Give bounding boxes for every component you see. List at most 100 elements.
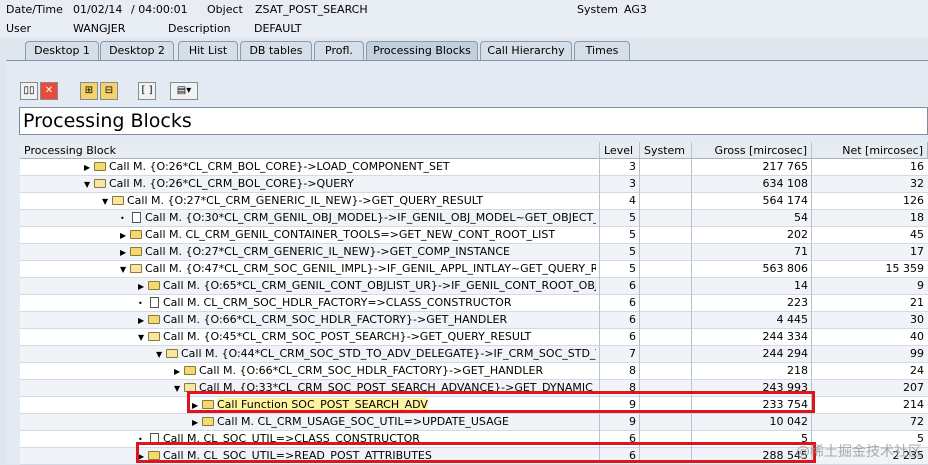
expanded-node-icon[interactable]: ▼	[120, 262, 129, 278]
column-header-processing-block[interactable]: Processing Block	[20, 142, 600, 159]
table-row[interactable]: ▶ Call M. {O:26*CL_CRM_BOL_CORE}->LOAD_CO…	[20, 159, 928, 176]
gross-cell: 564 174	[762, 194, 809, 207]
collapsed-node-icon[interactable]: ▶	[120, 245, 129, 261]
table-row[interactable]: ▼ Call M. {O:27*CL_CRM_GENERIC_IL_NEW}->G…	[20, 193, 928, 210]
find-icon[interactable]: ▯▯	[20, 82, 38, 100]
processing-block-cell: • Call M. CL_SOC_UTIL=>CLASS_CONSTRUCTOR	[138, 431, 596, 448]
table-row[interactable]: ▶ Call M. {O:65*CL_CRM_GENIL_CONT_OBJLIST…	[20, 278, 928, 295]
processing-block-label: Call M. {O:47*CL_CRM_SOC_GENIL_IMPL}->IF…	[145, 262, 596, 275]
table-row[interactable]: • Call M. CL_SOC_UTIL=>CLASS_CONSTRUCTOR 6…	[20, 431, 928, 448]
open-folder-icon	[148, 332, 160, 341]
folder-icon	[130, 247, 142, 256]
stop-icon[interactable]: ✕	[40, 82, 58, 100]
column-divider	[639, 142, 640, 463]
collapsed-node-icon[interactable]: ▶	[192, 415, 201, 431]
level-cell: 6	[629, 296, 636, 309]
date-time-label: Date/Time	[6, 3, 63, 16]
collapsed-node-icon[interactable]: ▶	[120, 228, 129, 244]
gross-cell: 244 334	[762, 330, 809, 343]
table-row[interactable]: • Call M. CL_CRM_SOC_HDLR_FACTORY=>CLASS_…	[20, 295, 928, 312]
table-row[interactable]: • Call M. {O:30*CL_CRM_GENIL_OBJ_MODEL}->…	[20, 210, 928, 227]
collapsed-node-icon[interactable]: ▶	[138, 279, 147, 295]
expanded-node-icon[interactable]: ▼	[138, 330, 147, 346]
net-cell: 15 359	[885, 262, 925, 275]
gross-cell: 233 754	[762, 398, 809, 411]
table-row[interactable]: ▼ Call M. {O:33*CL_CRM_SOC_POST_SEARCH_AD…	[20, 380, 928, 397]
table-row[interactable]: ▶ Call M. {O:66*CL_CRM_SOC_HDLR_FACTORY}-…	[20, 312, 928, 329]
open-folder-icon	[184, 383, 196, 392]
processing-block-cell: ▼ Call M. {O:26*CL_CRM_BOL_CORE}->QUERY	[84, 176, 596, 193]
net-cell: 16	[910, 160, 924, 173]
folder-icon	[130, 230, 142, 239]
expanded-node-icon[interactable]: ▼	[156, 347, 165, 363]
level-cell: 6	[629, 313, 636, 326]
column-divider	[691, 142, 692, 463]
level-cell: 3	[629, 160, 636, 173]
level-cell: 3	[629, 177, 636, 190]
table-row[interactable]: ▶ Call Function SOC_POST_SEARCH_ADV 9 233 7…	[20, 397, 928, 414]
net-cell: 30	[910, 313, 924, 326]
processing-block-cell: ▶ Call M. CL_SOC_UTIL=>READ_POST_ATTRIBUT…	[138, 448, 596, 465]
net-cell: 21	[910, 296, 924, 309]
system-value: AG3	[624, 3, 647, 16]
settings-dropdown-icon[interactable]: ▤▾	[170, 82, 198, 100]
gross-cell: 14	[794, 279, 808, 292]
leaf-node-icon: •	[120, 214, 125, 223]
document-icon	[150, 433, 159, 444]
expanded-node-icon[interactable]: ▼	[174, 381, 183, 397]
collapsed-node-icon[interactable]: ▶	[174, 364, 183, 380]
collapsed-node-icon[interactable]: ▶	[138, 313, 147, 329]
column-header-gross[interactable]: Gross [mircosec]	[692, 142, 812, 159]
gross-cell: 243 993	[762, 381, 809, 394]
gross-cell: 10 042	[769, 415, 809, 428]
table-row[interactable]: ▼ Call M. {O:47*CL_CRM_SOC_GENIL_IMPL}->I…	[20, 261, 928, 278]
processing-block-cell: ▶ Call M. {O:27*CL_CRM_GENERIC_IL_NEW}->G…	[120, 244, 596, 261]
gross-cell: 217 765	[762, 160, 809, 173]
open-folder-icon	[130, 264, 142, 273]
table-row[interactable]: ▶ Call M. {O:66*CL_CRM_SOC_HDLR_FACTORY}-…	[20, 363, 928, 380]
net-cell: 9	[917, 279, 924, 292]
tab-desktop-1[interactable]: Desktop 1	[25, 41, 99, 60]
bracket-icon[interactable]: [ ]	[138, 82, 156, 100]
tab-call-hierarchy[interactable]: Call Hierarchy	[480, 41, 572, 60]
tab-profl[interactable]: Profl.	[314, 41, 364, 60]
gross-cell: 5	[801, 432, 808, 445]
table-row[interactable]: ▶ Call M. CL_SOC_UTIL=>READ_POST_ATTRIBUT…	[20, 448, 928, 465]
panel-title: Processing Blocks	[23, 110, 192, 132]
table-row[interactable]: ▼ Call M. {O:45*CL_CRM_SOC_POST_SEARCH}->…	[20, 329, 928, 346]
processing-block-label: Call M. {O:27*CL_CRM_GENERIC_IL_NEW}->GE…	[145, 245, 510, 258]
column-divider	[811, 142, 812, 463]
tab-hit-list[interactable]: Hit List	[178, 41, 238, 60]
collapsed-node-icon[interactable]: ▶	[192, 398, 201, 414]
column-header-level[interactable]: Level	[600, 142, 640, 159]
table-row[interactable]: ▼ Call M. {O:26*CL_CRM_BOL_CORE}->QUERY 3 6…	[20, 176, 928, 193]
tab-desktop-2[interactable]: Desktop 2	[100, 41, 174, 60]
level-cell: 6	[629, 449, 636, 462]
processing-block-label: Call M. {O:26*CL_CRM_BOL_CORE}->LOAD_COM…	[109, 160, 450, 173]
processing-block-label: Call M. {O:65*CL_CRM_GENIL_CONT_OBJLIST_…	[163, 279, 596, 292]
expanded-node-icon[interactable]: ▼	[102, 194, 111, 210]
tab-db-tables[interactable]: DB tables	[240, 41, 312, 60]
tab-processing-blocks[interactable]: Processing Blocks	[366, 41, 478, 60]
net-cell: 214	[903, 398, 924, 411]
processing-block-cell: ▼ Call M. {O:27*CL_CRM_GENERIC_IL_NEW}->G…	[102, 193, 596, 210]
table-row[interactable]: ▶ Call M. CL_CRM_USAGE_SOC_UTIL=>UPDATE_U…	[20, 414, 928, 431]
expanded-node-icon[interactable]: ▼	[84, 177, 93, 193]
column-header-system[interactable]: System	[640, 142, 692, 159]
level-cell: 9	[629, 415, 636, 428]
collapsed-node-icon[interactable]: ▶	[84, 160, 93, 176]
user-value: WANGJER	[73, 22, 126, 35]
document-icon	[132, 212, 141, 223]
expand-icon[interactable]: ⊞	[80, 82, 98, 100]
tab-times[interactable]: Times	[574, 41, 630, 60]
table-row[interactable]: ▼ Call M. {O:44*CL_CRM_SOC_STD_TO_ADV_DEL…	[20, 346, 928, 363]
column-header-net[interactable]: Net [mircosec]	[812, 142, 928, 159]
gross-cell: 563 806	[762, 262, 809, 275]
table-row[interactable]: ▶ Call M. {O:27*CL_CRM_GENERIC_IL_NEW}->G…	[20, 244, 928, 261]
processing-block-cell: • Call M. CL_CRM_SOC_HDLR_FACTORY=>CLASS_…	[138, 295, 596, 312]
collapse-icon[interactable]: ⊟	[100, 82, 118, 100]
description-label: Description	[168, 22, 231, 35]
table-row[interactable]: ▶ Call M. CL_CRM_GENIL_CONTAINER_TOOLS=>G…	[20, 227, 928, 244]
gross-cell: 218	[787, 364, 808, 377]
level-cell: 5	[629, 245, 636, 258]
